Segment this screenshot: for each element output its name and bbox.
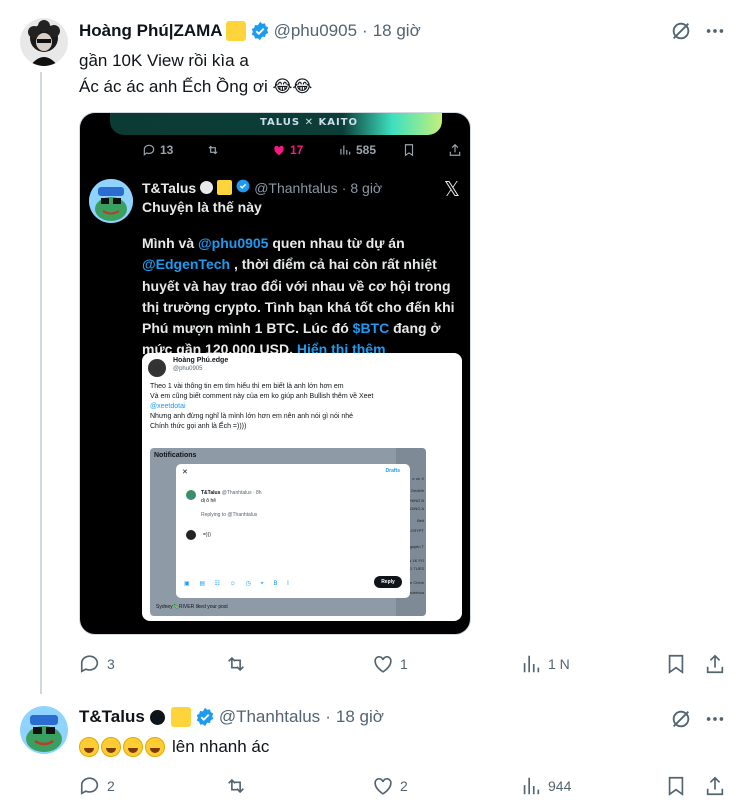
avatar[interactable]	[20, 18, 68, 66]
views-count: 944	[548, 778, 572, 794]
bookmark-button[interactable]	[665, 653, 687, 675]
reply-count: 3	[107, 656, 115, 672]
mention-link: @phu0905	[198, 235, 269, 251]
more-options-icon[interactable]	[704, 20, 726, 42]
timestamp[interactable]: 18 giờ	[373, 21, 421, 41]
tweet-top-actions	[670, 708, 726, 735]
nested-screenshot: Notifications e on X GeoMir ENING B SADI…	[150, 448, 426, 616]
inner-author-name: Hoàng Phú.edge	[173, 357, 229, 364]
timestamp[interactable]: 18 giờ	[336, 707, 384, 727]
tweet-header: T&Talus @Thanhtalus · 18 giờ	[79, 707, 384, 727]
verified-badge-icon	[250, 21, 270, 41]
quoted-timestamp: 8 giờ	[350, 179, 383, 196]
banner-text: TALUS ✕ KAITO	[260, 117, 358, 128]
tweet-text-line: lên nhanh ác	[172, 737, 270, 756]
like-button[interactable]: 1	[372, 653, 408, 675]
author-handle[interactable]: @phu0905	[274, 21, 357, 41]
media-like-stat: 17	[272, 143, 303, 157]
author-name[interactable]: T&Talus	[79, 707, 145, 727]
views-button[interactable]: 1 N	[520, 653, 570, 675]
x-logo-icon: 𝕏	[443, 179, 460, 201]
inner-screenshot: Hoàng Phú.edge @phu0905 Theo 1 vài thông…	[142, 353, 462, 621]
quoted-first-line: Chuyện là thế này	[142, 199, 262, 215]
media-views-stat: 585	[338, 143, 376, 157]
tweet-text-line: gần 10K View rồi kìa a	[79, 51, 249, 70]
tweet-top-actions	[670, 20, 726, 42]
quoted-avatar	[89, 179, 133, 223]
rolling-laugh-emoji	[145, 737, 165, 757]
rolling-laugh-emoji	[79, 737, 99, 757]
share-button[interactable]	[704, 653, 726, 675]
like-count: 1	[400, 656, 408, 672]
views-count: 1 N	[548, 656, 570, 672]
rolling-laugh-emoji	[123, 737, 143, 757]
like-count: 2	[400, 778, 408, 794]
yellow-square-emoji	[217, 180, 233, 195]
promo-banner: TALUS ✕ KAITO	[110, 113, 442, 135]
media-reply-count: 13	[160, 143, 174, 157]
repost-button[interactable]	[225, 775, 253, 797]
media-share-icon	[448, 143, 462, 157]
yellow-square-emoji	[170, 707, 191, 727]
avatar[interactable]	[20, 706, 68, 754]
inner-text: Theo 1 vài thông tin em tìm hiểu thì em …	[150, 383, 374, 430]
rolling-laugh-emoji	[101, 737, 121, 757]
author-name[interactable]: Hoàng Phú|ZAMA	[79, 21, 223, 41]
reply-modal: ✕ Drafts T&Talus @Thanhtalus · 8h dị ô h…	[176, 464, 410, 598]
media-reply-stat: 13	[142, 143, 173, 157]
tweet-text-line: Ác ác ác anh Ếch Ồng ơi 😂😂	[79, 77, 313, 96]
inner-author-handle: @phu0905	[173, 366, 203, 372]
grok-icon[interactable]	[670, 708, 692, 735]
quoted-body: Mình và @phu0905 quen nhau từ dự án @Edg…	[142, 235, 455, 358]
quoted-author-name: T&Talus	[142, 179, 197, 196]
repost-button[interactable]	[225, 653, 253, 675]
media-bookmark-icon	[402, 143, 416, 157]
tweet-text: lên nhanh ác	[79, 736, 269, 758]
verified-badge-icon	[236, 179, 250, 196]
tweet-text: gần 10K View rồi kìa a Ác ác ác anh Ếch …	[79, 48, 312, 100]
grok-icon[interactable]	[670, 20, 692, 42]
inner-avatar	[148, 359, 166, 377]
views-button[interactable]: 944	[520, 775, 571, 797]
like-button[interactable]: 2	[372, 775, 408, 797]
author-handle[interactable]: @Thanhtalus	[219, 707, 320, 727]
media-repost-icon	[206, 143, 220, 157]
circle-badge-icon	[200, 181, 214, 194]
yellow-square-emoji	[225, 21, 246, 41]
tweet-header: Hoàng Phú|ZAMA @phu0905 · 18 giờ	[79, 21, 421, 41]
tweet-media-image[interactable]: TALUS ✕ KAITO 13 17 585 T&Talus @Thanhta…	[79, 112, 471, 635]
share-button[interactable]	[704, 775, 726, 797]
bookmark-button[interactable]	[665, 775, 687, 797]
cashtag-link: $BTC	[352, 320, 390, 337]
media-views-count: 585	[356, 143, 377, 157]
circle-badge-icon	[149, 709, 165, 725]
media-like-count: 17	[290, 143, 304, 157]
verified-badge-icon	[195, 707, 215, 727]
reply-button[interactable]: 3	[79, 653, 115, 675]
reply-count: 2	[107, 778, 115, 794]
quoted-author-handle: @Thanhtalus	[254, 179, 338, 196]
mention-link: @EdgenTech	[142, 256, 231, 273]
reply-button[interactable]: 2	[79, 775, 115, 797]
quoted-header: T&Talus @Thanhtalus · 8 giờ	[142, 179, 383, 196]
more-options-icon[interactable]	[704, 708, 726, 735]
